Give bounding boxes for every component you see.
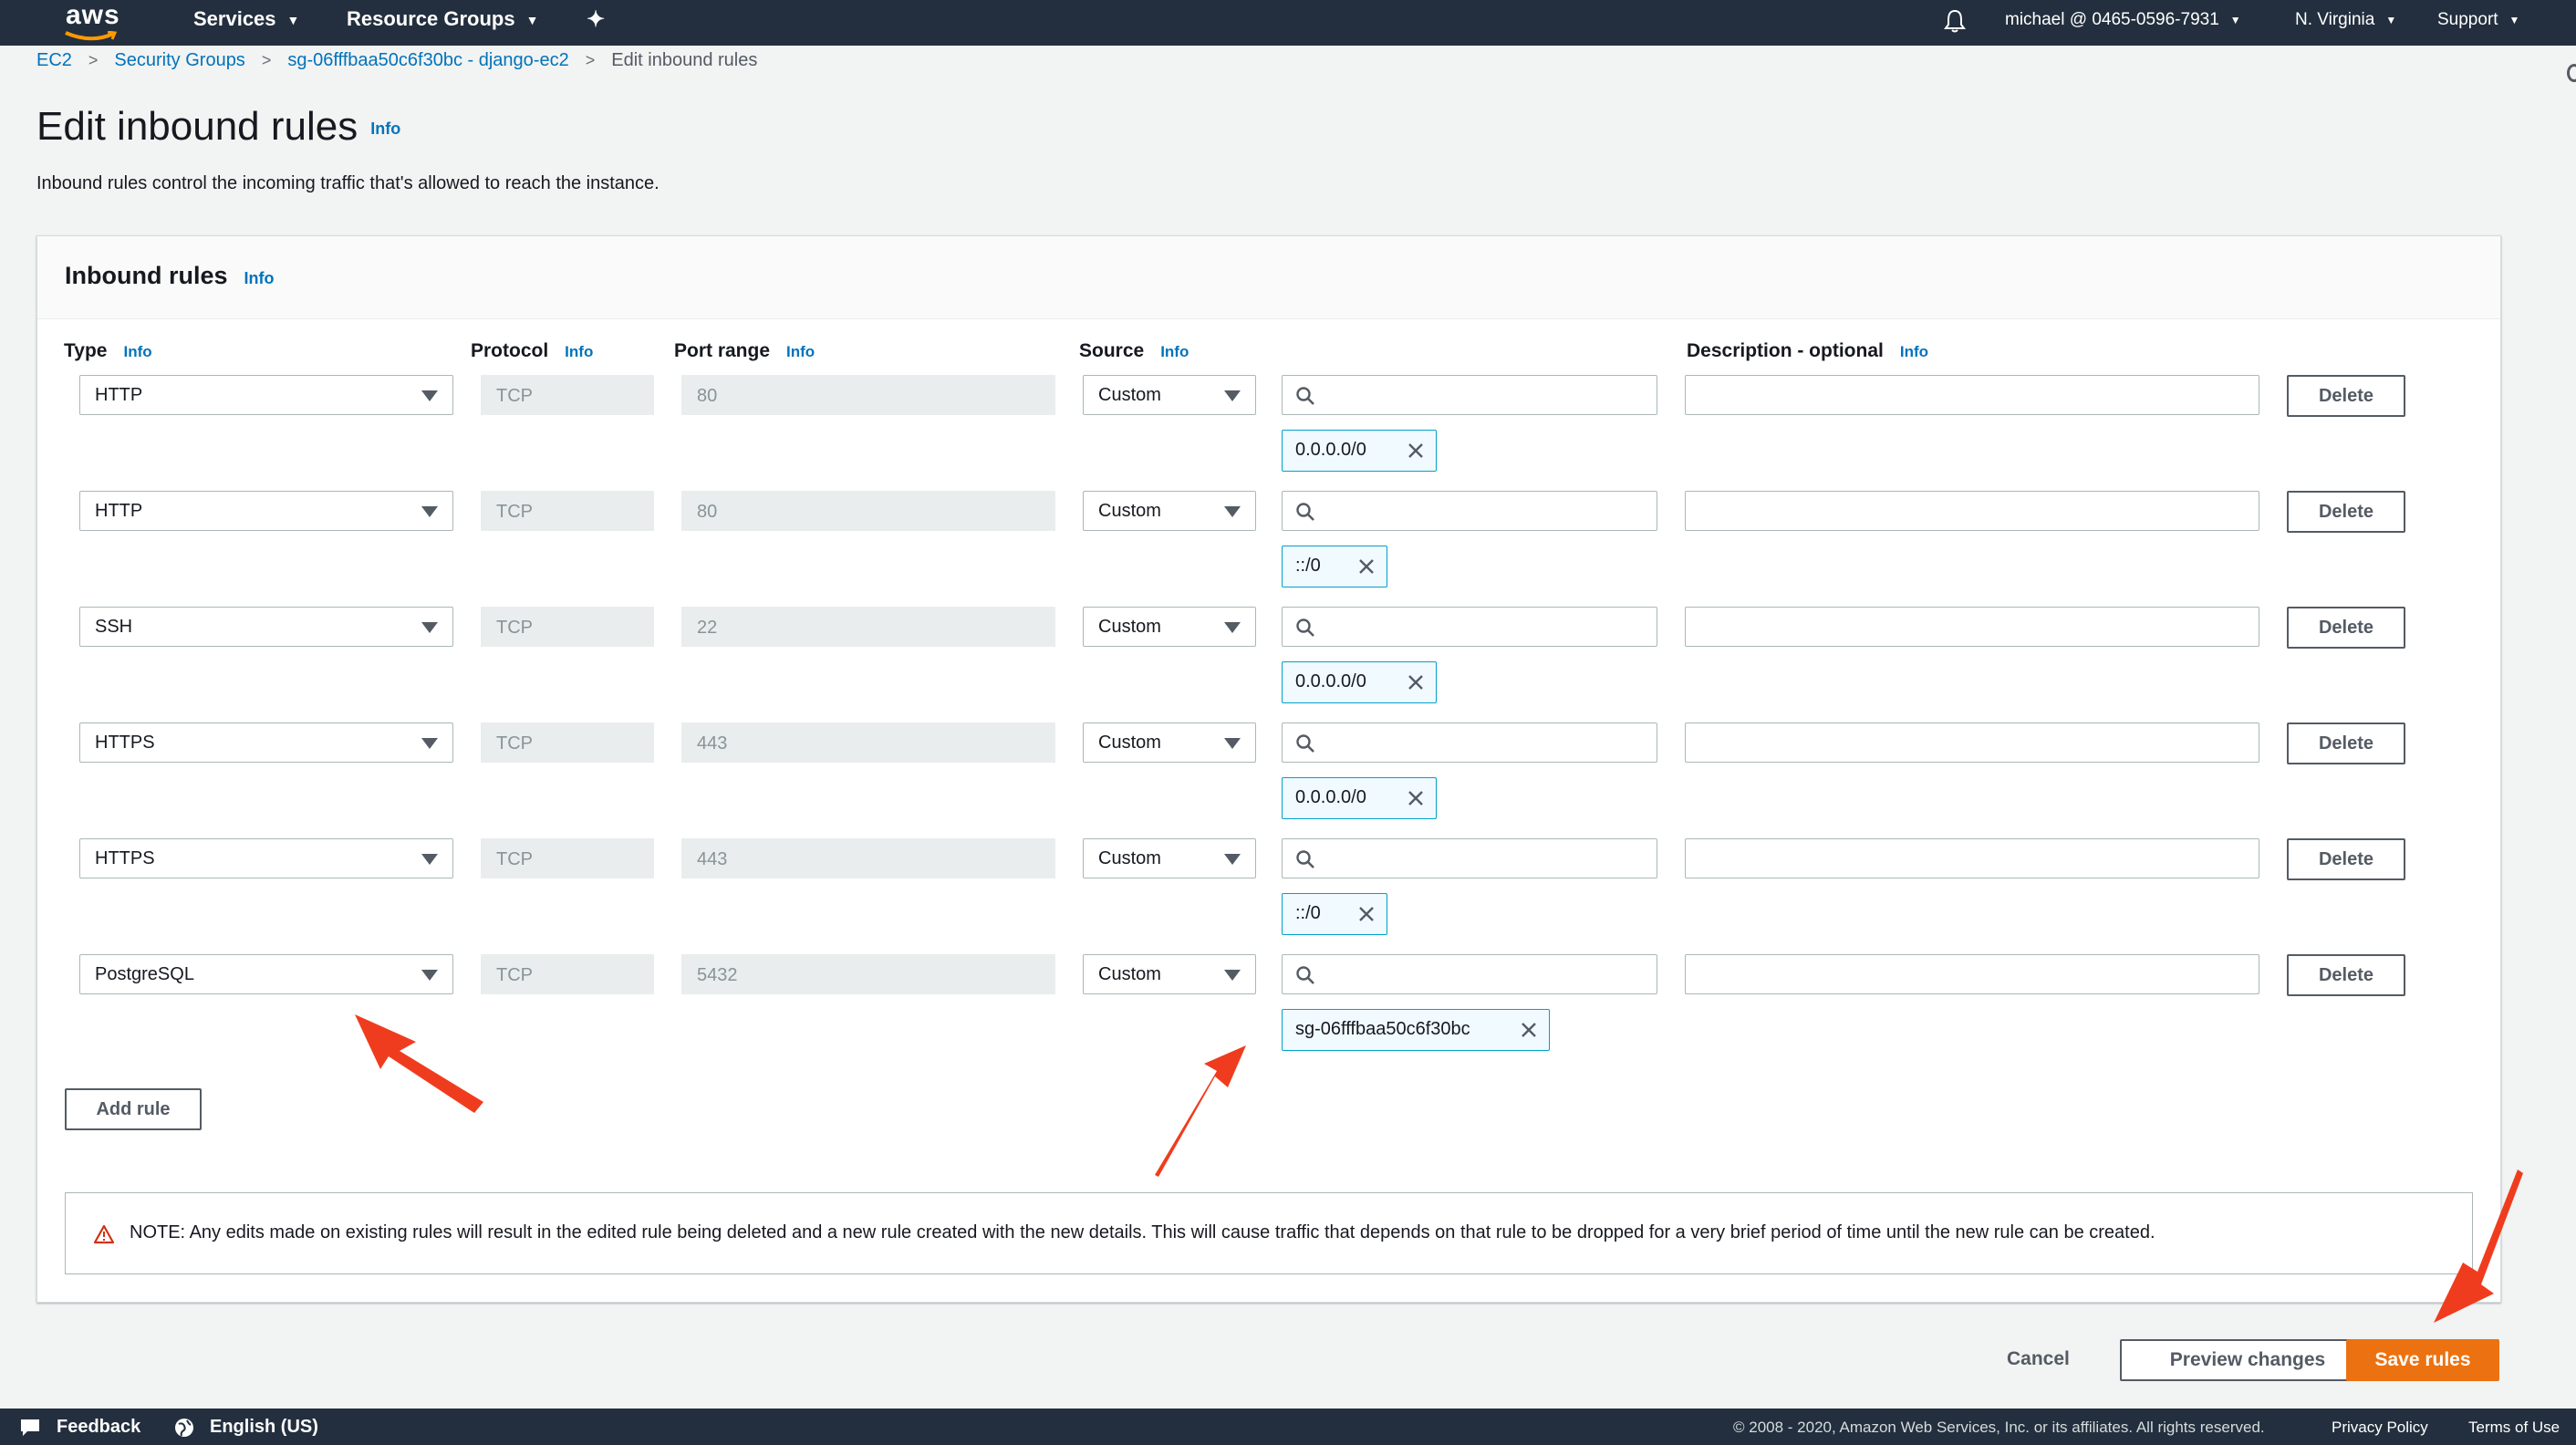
annotation-arrow-source	[1155, 1045, 1246, 1177]
annotation-arrow-type	[355, 1014, 483, 1113]
annotation-arrow-save	[2434, 1170, 2523, 1323]
annotation-arrows	[355, 1014, 2523, 1323]
